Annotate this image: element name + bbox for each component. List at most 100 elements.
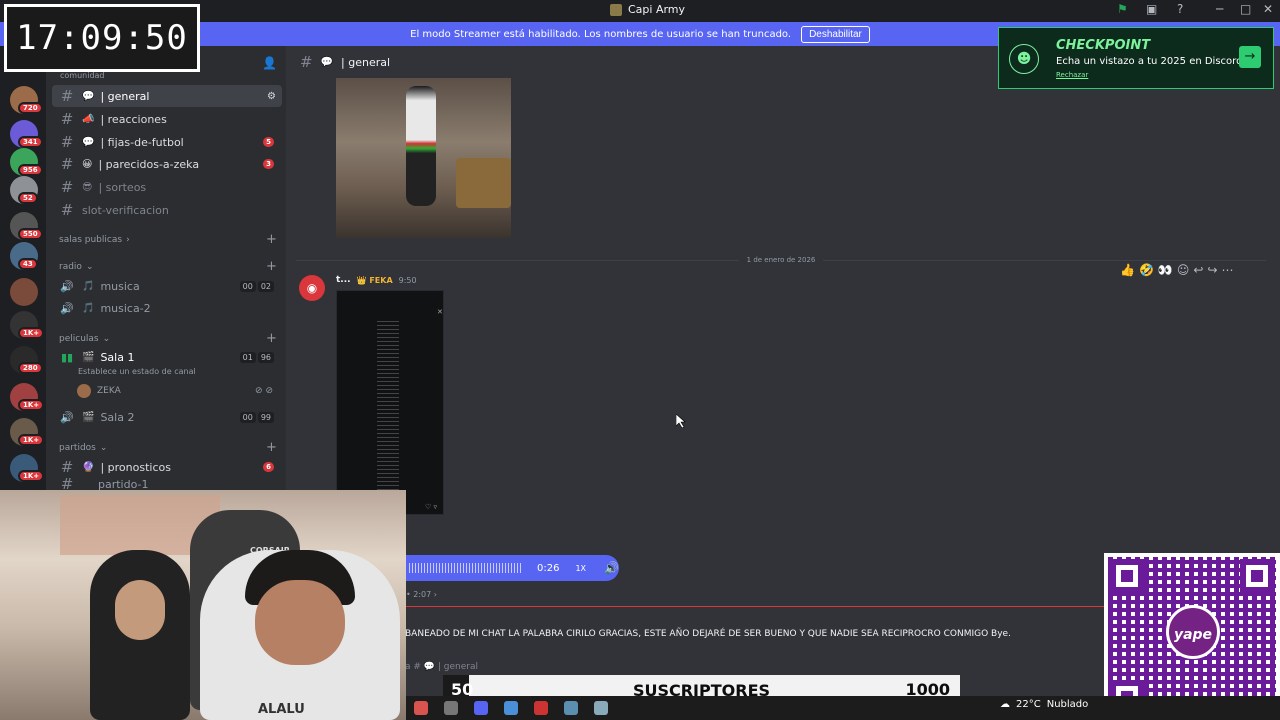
- qr-finder: [1240, 559, 1274, 593]
- category-partidos[interactable]: partidos ⌄: [59, 443, 107, 453]
- server-icon[interactable]: 1K+: [10, 418, 45, 446]
- channel-pronosticos[interactable]: # 🔮 | pronosticos 6: [52, 456, 282, 478]
- arrow-right-icon[interactable]: →: [1239, 46, 1261, 68]
- voice-channel-sala-1[interactable]: ▮▮ 🎬 Sala 1 01 96: [52, 346, 282, 368]
- heart-icon: ♡ ▿: [425, 503, 438, 511]
- server-icon[interactable]: 52: [10, 176, 38, 204]
- message-input[interactable]: a # 💬 | general: [405, 662, 478, 672]
- message-author[interactable]: t...: [336, 275, 351, 285]
- hash-icon: #: [300, 53, 313, 71]
- channel-parecidos-a-zeka[interactable]: # 😀 | parecidos-a-zeka 3: [52, 153, 282, 175]
- streamer-mode-text: El modo Streamer está habilitado. Los no…: [410, 28, 792, 40]
- audio-waveform[interactable]: [409, 563, 523, 573]
- inbox-icon[interactable]: ▣: [1146, 2, 1157, 16]
- streamer-right: [200, 550, 400, 720]
- voice-channel-sala-2[interactable]: 🔊 🎬 Sala 2 00 99: [52, 406, 282, 428]
- chat-channel-name: | general: [341, 55, 391, 69]
- speaker-icon: 🔊: [60, 301, 74, 315]
- settings-icon[interactable]: ⚙: [267, 91, 276, 102]
- checkpoint-title: CHECKPOINT: [1056, 38, 1151, 53]
- app-icon[interactable]: [504, 701, 518, 715]
- checkpoint-subtitle: Echa un vistazo a tu 2025 en Discord: [1056, 56, 1243, 67]
- reply-icon[interactable]: ↩: [1193, 263, 1203, 281]
- channel-reacciones[interactable]: # 📣 | reacciones: [52, 108, 282, 130]
- server-icon[interactable]: 956: [10, 148, 43, 176]
- invite-icon[interactable]: 👤: [262, 56, 277, 70]
- discord-avatar-icon[interactable]: ◉: [299, 275, 325, 301]
- app-icon[interactable]: [444, 701, 458, 715]
- channel-slot-verificacion[interactable]: # slot-verificacion: [52, 199, 282, 221]
- channel-fijas-de-futbol[interactable]: # 💬 | fijas-de-futbol 5: [52, 131, 282, 153]
- audio-speed-button[interactable]: 1X: [575, 564, 586, 573]
- server-badge: 550: [18, 228, 43, 240]
- hash-icon: #: [60, 133, 74, 151]
- checkpoint-popup[interactable]: ☻ CHECKPOINT Echa un vistazo a tu 2025 e…: [998, 27, 1274, 89]
- server-icon[interactable]: 341: [10, 120, 43, 148]
- dismiss-link[interactable]: Rechazar: [1056, 71, 1088, 79]
- channel-general[interactable]: # 💬 | general ⚙: [52, 85, 282, 107]
- stream-ticker-text: BANEADO DE MI CHAT LA PALABRA CIRILO GRA…: [405, 629, 1011, 639]
- server-icon[interactable]: 1K+: [10, 454, 45, 482]
- category-radio[interactable]: radio ⌄: [59, 262, 93, 272]
- hash-icon: #: [60, 155, 74, 173]
- more-icon[interactable]: ⋯: [1222, 263, 1234, 281]
- mouse-cursor-icon: [676, 414, 686, 428]
- app-icon[interactable]: [414, 701, 428, 715]
- minimize-icon[interactable]: ─: [1216, 2, 1223, 16]
- flag-icon[interactable]: ⚑: [1117, 2, 1128, 16]
- voice-member[interactable]: ZEKA ⊘ ⊘: [77, 382, 277, 400]
- add-reaction-icon[interactable]: ☺: [1177, 263, 1190, 281]
- weather-widget[interactable]: ☁ 22°C Nublado: [1000, 699, 1088, 710]
- message-screenshot-image[interactable]: ✕ ♡ ▿: [336, 290, 444, 515]
- close-icon[interactable]: ✕: [1263, 2, 1273, 16]
- server-icon[interactable]: 1K+: [10, 311, 45, 339]
- clapper-icon: 🎬: [82, 411, 95, 423]
- channel-partido-1[interactable]: # partido-1: [52, 478, 282, 490]
- server-badge: 52: [18, 192, 38, 204]
- help-icon[interactable]: ?: [1177, 2, 1183, 16]
- thumbs-up-icon[interactable]: 👍: [1120, 263, 1135, 281]
- new-messages-divider: [405, 606, 1105, 607]
- music-icon: 🎵: [82, 280, 95, 292]
- server-badge: 43: [18, 258, 38, 270]
- obs-icon[interactable]: [534, 701, 548, 715]
- app-icon[interactable]: [564, 701, 578, 715]
- server-icon[interactable]: 43: [10, 242, 38, 270]
- disable-streamer-button[interactable]: Deshabilitar: [801, 25, 870, 43]
- clapper-icon: 🎬: [82, 351, 95, 363]
- category-salas-publicas[interactable]: salas publicas ›: [59, 235, 130, 245]
- speaker-icon: 🔊: [60, 410, 74, 424]
- channel-name: | fijas-de-futbol: [100, 135, 184, 149]
- add-channel-icon[interactable]: +: [266, 440, 277, 455]
- server-icon[interactable]: 280: [10, 346, 43, 374]
- yape-logo: yape: [1166, 605, 1220, 659]
- voice-count: 01 96: [239, 351, 274, 363]
- maximize-icon[interactable]: □: [1240, 2, 1251, 16]
- channel-status-hint[interactable]: Establece un estado de canal: [78, 367, 196, 376]
- category-comunidad[interactable]: comunidad: [60, 71, 105, 80]
- channel-sorteos[interactable]: # 😎 | sorteos: [52, 176, 282, 198]
- audio-player[interactable]: 0:26 1X 🔊: [405, 555, 619, 581]
- calculator-icon[interactable]: [594, 701, 608, 715]
- voice-channel-musica[interactable]: 🔊 🎵 musica 00 02: [52, 275, 282, 297]
- volume-icon[interactable]: 🔊: [604, 561, 619, 575]
- channel-name: musica: [100, 279, 140, 293]
- voice-channel-musica-2[interactable]: 🔊 🎵 musica-2: [52, 297, 282, 319]
- server-icon[interactable]: [10, 278, 38, 306]
- chat-header: # 💬 | general: [286, 46, 1006, 78]
- forward-icon[interactable]: ↪: [1207, 263, 1217, 281]
- server-icon[interactable]: 720: [10, 86, 43, 114]
- add-channel-icon[interactable]: +: [266, 331, 277, 346]
- message-image[interactable]: [336, 78, 511, 238]
- media-duration: • 2:07 ›: [406, 590, 437, 599]
- eyes-icon[interactable]: 👀: [1158, 263, 1173, 281]
- laugh-icon[interactable]: 🤣: [1139, 263, 1154, 281]
- server-icon[interactable]: 1K+: [10, 383, 45, 411]
- server-badge: 1K+: [18, 434, 45, 446]
- discord-taskbar-icon[interactable]: [474, 701, 488, 715]
- add-channel-icon[interactable]: +: [266, 232, 277, 247]
- channel-name: Sala 1: [100, 350, 135, 364]
- category-peliculas[interactable]: peliculas ⌄: [59, 334, 110, 344]
- server-icon[interactable]: 550: [10, 212, 43, 240]
- add-channel-icon[interactable]: +: [266, 259, 277, 274]
